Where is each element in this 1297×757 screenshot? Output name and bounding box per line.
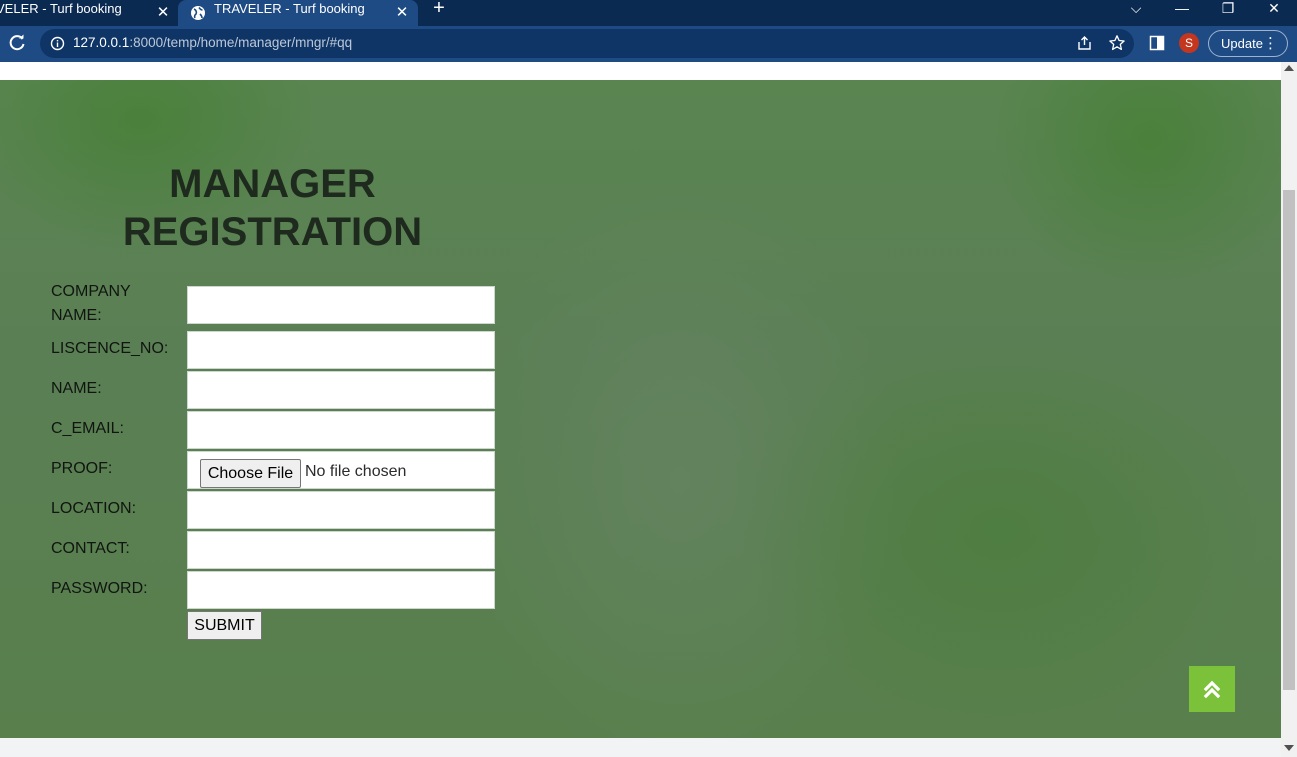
scroll-down-arrow-icon[interactable] <box>1284 745 1294 751</box>
file-status-text: No file chosen <box>305 463 407 480</box>
email-input[interactable] <box>187 411 495 449</box>
double-chevron-up-icon <box>1203 680 1221 699</box>
name-input[interactable] <box>187 371 495 409</box>
info-icon[interactable] <box>50 36 65 51</box>
tab-search-icon[interactable]: ⌵ <box>1122 0 1150 18</box>
side-panel-icon[interactable] <box>1149 35 1165 51</box>
page-bottom-strip <box>0 738 1281 757</box>
reload-icon[interactable] <box>7 33 27 53</box>
label-name: NAME: <box>51 380 102 397</box>
contact-input[interactable] <box>187 531 495 569</box>
vertical-scrollbar[interactable] <box>1281 62 1297 757</box>
label-proof: PROOF: <box>51 460 113 477</box>
licence-no-input[interactable] <box>187 331 495 369</box>
update-label: Update <box>1221 36 1263 51</box>
company-name-input[interactable] <box>187 286 495 324</box>
password-input[interactable] <box>187 571 495 609</box>
browser-toolbar: 127.0.0.1:8000/temp/home/manager/mngr/#q… <box>0 26 1297 62</box>
close-window-icon[interactable]: ✕ <box>1260 0 1288 18</box>
update-button[interactable]: Update ⋮ <box>1208 30 1288 57</box>
label-email: C_EMAIL: <box>51 420 124 437</box>
minimize-icon[interactable]: — <box>1168 0 1196 18</box>
submit-button[interactable]: SUBMIT <box>187 611 262 640</box>
scroll-up-arrow-icon[interactable] <box>1284 65 1294 71</box>
url-text[interactable]: 127.0.0.1:8000/temp/home/manager/mngr/#q… <box>73 35 352 50</box>
scrollbar-thumb[interactable] <box>1283 190 1295 690</box>
tab-traveler-inactive[interactable]: VELER - Turf booking ✕ <box>0 0 178 26</box>
tab-title: TRAVELER - Turf booking <box>214 1 365 16</box>
location-input[interactable] <box>187 491 495 529</box>
url-path: :8000/temp/home/manager/mngr/#qq <box>129 35 353 50</box>
label-contact: CONTACT: <box>51 540 130 557</box>
choose-file-button[interactable]: Choose File <box>200 459 301 488</box>
tab-close-icon[interactable]: ✕ <box>154 3 172 21</box>
label-password: PASSWORD: <box>51 580 148 597</box>
label-company-name: COMPANY NAME: <box>51 283 131 324</box>
tab-strip: VELER - Turf booking ✕ TRAVELER - Turf b… <box>0 0 1297 26</box>
tab-traveler-active[interactable]: TRAVELER - Turf booking ✕ <box>178 0 418 26</box>
new-tab-icon[interactable]: + <box>428 0 450 22</box>
page-top-strip <box>0 62 1281 80</box>
address-bar[interactable]: 127.0.0.1:8000/temp/home/manager/mngr/#q… <box>40 29 1134 58</box>
profile-avatar[interactable]: S <box>1179 33 1199 53</box>
scroll-to-top-button[interactable] <box>1189 666 1235 712</box>
menu-dots-icon[interactable]: ⋮ <box>1263 31 1278 56</box>
bookmark-star-icon[interactable] <box>1108 34 1126 52</box>
page-title: MANAGER REGISTRATION <box>122 162 423 254</box>
label-licence-no: LISCENCE_NO: <box>51 340 169 357</box>
restore-icon[interactable]: ❐ <box>1214 0 1242 18</box>
share-icon[interactable] <box>1076 35 1093 52</box>
globe-icon <box>191 6 205 20</box>
label-location: LOCATION: <box>51 500 137 517</box>
tab-title: VELER - Turf booking <box>0 1 122 16</box>
page-viewport: MANAGER REGISTRATION COMPANY NAME: LISCE… <box>0 62 1281 757</box>
url-host: 127.0.0.1 <box>73 35 130 50</box>
tab-close-icon[interactable]: ✕ <box>393 3 411 21</box>
proof-file-input: Choose File No file chosen <box>187 451 495 489</box>
